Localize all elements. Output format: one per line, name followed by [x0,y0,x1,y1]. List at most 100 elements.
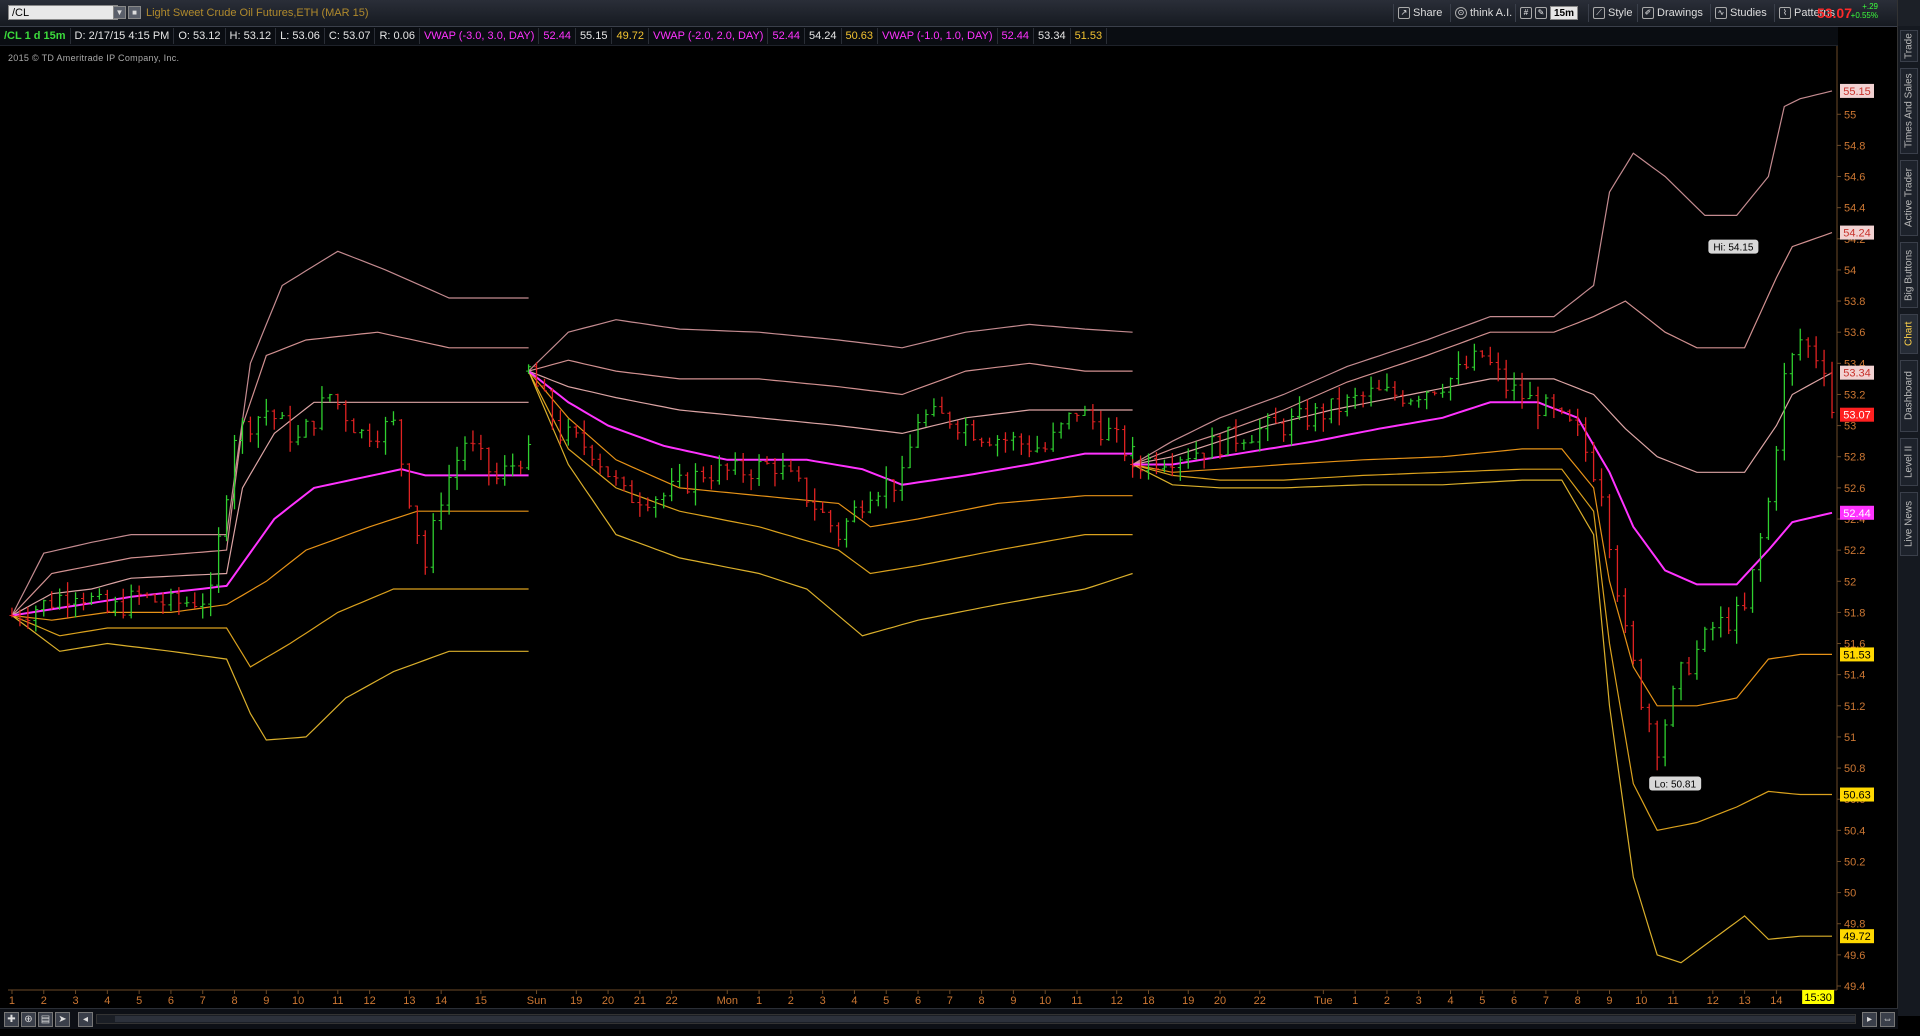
y-tick-label: 55 [1844,109,1856,121]
x-tick-label: 13 [1738,995,1750,1007]
x-tick-label: 6 [1511,995,1517,1007]
think-ai-label: think A.I. [1470,7,1513,19]
wrench-icon[interactable]: ✎ [1535,7,1547,19]
vwap-study-3-label[interactable]: VWAP (-1.0, 1.0, DAY) [878,28,998,44]
think-ai-icon: ⊙ [1455,7,1467,19]
side-tab-big-buttons[interactable]: Big Buttons [1900,242,1918,308]
copyright-notice: 2015 © TD Ameritrade IP Company, Inc. [8,53,180,63]
side-tab-chart[interactable]: Chart [1900,314,1918,354]
scroll-right-icon[interactable]: ▸ [1862,1012,1877,1027]
style-button[interactable]: ⟋ Style [1588,4,1636,22]
style-label: Style [1608,7,1633,19]
grid-icon[interactable]: # [1520,7,1532,19]
y-tick-label: 50.4 [1844,825,1865,837]
y-tick-label: 50 [1844,888,1856,900]
side-tab-live-news[interactable]: Live News [1900,492,1918,556]
x-tick-label: 1 [9,995,15,1007]
studies-button[interactable]: ∿ Studies [1710,4,1771,22]
bar-low: L: 53.06 [276,28,325,44]
x-tick-label: 3 [820,995,826,1007]
x-tick-label: 15:30 [1804,992,1832,1004]
think-ai-button[interactable]: ⊙ think A.I. [1450,4,1516,22]
x-tick-label: 20 [602,995,614,1007]
symbol-dropdown-arrow[interactable]: ▼ [113,6,126,19]
last-price: 53.07 [1816,5,1852,21]
x-tick-label: 1 [756,995,762,1007]
bar-high: H: 53.12 [226,28,277,44]
y-tick-label: 53.2 [1844,389,1865,401]
side-tab-times-and-sales[interactable]: Times And Sales [1900,68,1918,154]
zoom-icon[interactable]: ⊕ [21,1012,36,1027]
y-tick-label: 51.8 [1844,607,1865,619]
x-tick-label: 5 [883,995,889,1007]
x-tick-label: 9 [263,995,269,1007]
x-tick-label: 5 [1479,995,1485,1007]
x-tick-label: 22 [1254,995,1266,1007]
x-tick-label: 1 [1352,995,1358,1007]
x-tick-label: 4 [104,995,110,1007]
thinkorswim-chart-window: ▼ ■ Light Sweet Crude Oil Futures,ETH (M… [0,0,1920,1036]
y-tick-label: 49.8 [1844,919,1865,931]
expand-icon[interactable]: ⇔ [1880,1012,1895,1027]
symbol-input[interactable] [8,5,118,20]
side-tab-level-ii[interactable]: Level II [1900,438,1918,486]
cursor-icon[interactable]: ➤ [55,1012,70,1027]
x-tick-label: 20 [1214,995,1226,1007]
aggregation-button[interactable]: 15m [1550,6,1579,20]
panel-collapse-toggle[interactable] [1897,0,1920,26]
crosshair-icon[interactable]: ✚ [4,1012,19,1027]
chat-icon[interactable]: ▤ [38,1012,53,1027]
price-bubble-label: 54.24 [1843,228,1871,240]
x-tick-label: 14 [435,995,447,1007]
x-tick-label: 7 [1543,995,1549,1007]
study-info-line: /CL 1 d 15m D: 2/17/15 4:15 PM O: 53.12 … [0,27,1838,46]
x-tick-label: 3 [1416,995,1422,1007]
side-tab-active-trader[interactable]: Active Trader [1900,160,1918,236]
vwap-study-2-upper: 54.24 [805,28,842,44]
x-tick-label: 3 [72,995,78,1007]
y-tick-label: 50.8 [1844,763,1865,775]
price-chart[interactable]: 49.449.649.85050.250.450.650.85151.251.4… [0,46,1898,1008]
y-tick-label: 52 [1844,576,1856,588]
x-tick-label: 9 [1010,995,1016,1007]
patterns-icon: ⌇ [1779,7,1791,19]
x-tick-label: 12 [1111,995,1123,1007]
net-change-percent: +0.55% [1850,11,1878,20]
symbol-link-icon[interactable]: ■ [128,6,141,19]
scroll-left-icon[interactable]: ◂ [78,1012,93,1027]
net-change-value: +.29 [1862,2,1878,11]
pencil-icon: ✐ [1642,7,1654,19]
vwap-study-1-lower: 49.72 [612,28,649,44]
vwap-study-2-lower: 50.63 [842,28,879,44]
side-tab-trade[interactable]: Trade [1900,30,1918,62]
x-tick-label: 21 [634,995,646,1007]
scrollbar-thumb[interactable] [115,1016,1855,1022]
x-tick-label: 11 [1667,995,1678,1007]
x-tick-label: 15 [475,995,487,1007]
x-tick-label: 18 [1142,995,1154,1007]
x-tick-label: 14 [1770,995,1782,1007]
drawings-button[interactable]: ✐ Drawings [1637,4,1707,22]
x-tick-label: 2 [1384,995,1390,1007]
share-button[interactable]: ↗ Share [1393,4,1446,22]
price-bubble-label: 55.15 [1843,86,1871,98]
x-tick-label: 8 [1575,995,1581,1007]
vwap-study-3-value: 52.44 [998,28,1035,44]
horizontal-scrollbar[interactable] [96,1014,1856,1024]
x-tick-label: 7 [947,995,953,1007]
vwap-study-2-value: 52.44 [768,28,805,44]
x-tick-label: 4 [1447,995,1453,1007]
net-change: +.29 +0.55% [1851,2,1878,20]
vwap-study-2-label[interactable]: VWAP (-2.0, 2.0, DAY) [649,28,769,44]
y-tick-label: 52.2 [1844,545,1865,557]
side-tab-dashboard[interactable]: Dashboard [1900,360,1918,432]
vwap-study-1-label[interactable]: VWAP (-3.0, 3.0, DAY) [420,28,540,44]
price-bubble-label: 51.53 [1843,649,1871,661]
bar-date: D: 2/17/15 4:15 PM [71,28,175,44]
vwap-study-1-value: 52.44 [539,28,576,44]
y-tick-label: 54 [1844,265,1856,277]
x-tick-label: 10 [292,995,304,1007]
y-tick-label: 54.8 [1844,140,1865,152]
symbol-period: /CL 1 d 15m [0,28,71,44]
y-tick-label: 53.8 [1844,296,1865,308]
